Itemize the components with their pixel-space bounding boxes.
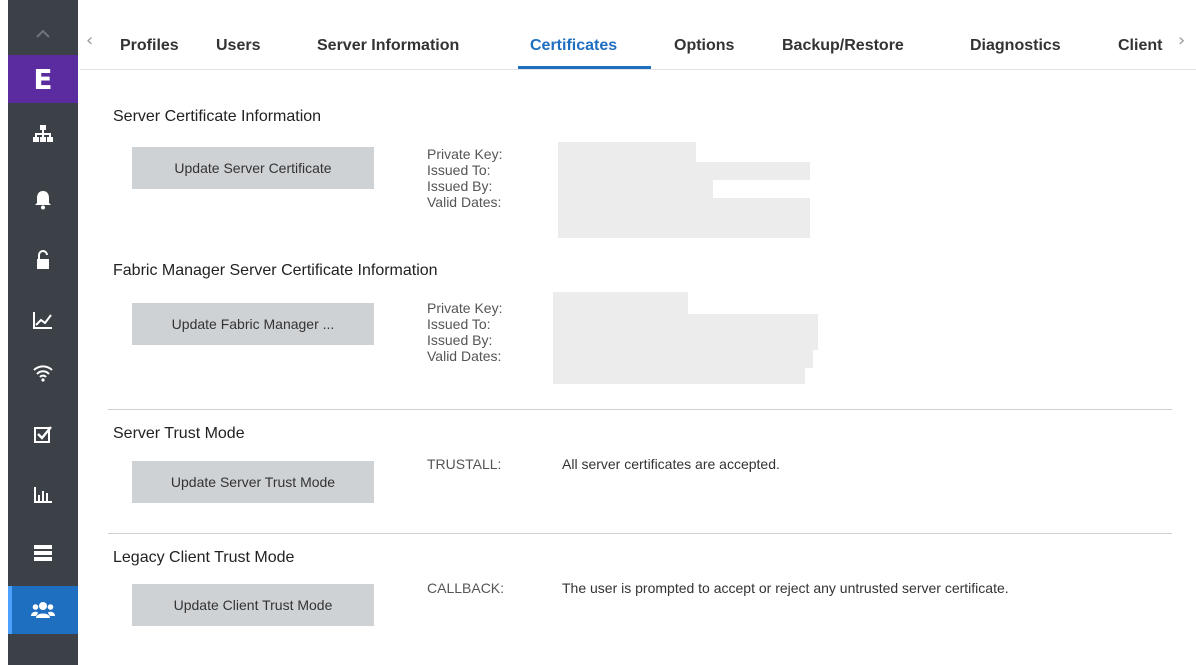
client-trust-description: The user is prompted to accept or reject…: [562, 580, 1009, 596]
client-trust-title: Legacy Client Trust Mode: [113, 549, 295, 566]
tab-backup-restore[interactable]: Backup/Restore: [782, 37, 904, 55]
bar-chart-icon[interactable]: [8, 474, 78, 514]
update-server-certificate-button[interactable]: Update Server Certificate: [132, 147, 374, 189]
extreme-logo[interactable]: E: [8, 55, 78, 103]
issued-by-label: Issued By:: [427, 178, 493, 194]
unlock-icon[interactable]: [8, 240, 78, 280]
chart-icon[interactable]: [8, 300, 78, 340]
server-trust-description: All server certificates are accepted.: [562, 456, 780, 472]
tab-scroll-right-icon[interactable]: ›: [1178, 30, 1185, 51]
section-divider: [108, 533, 1172, 534]
tab-users[interactable]: Users: [216, 37, 260, 55]
tab-client[interactable]: Client: [1118, 37, 1162, 55]
update-client-trust-mode-button[interactable]: Update Client Trust Mode: [132, 584, 374, 626]
private-key-label: Private Key:: [427, 146, 503, 162]
scroll-up-icon[interactable]: [8, 22, 78, 46]
server-icon[interactable]: [8, 533, 78, 573]
bell-icon[interactable]: [8, 180, 78, 220]
issued-by-label: Issued By:: [427, 332, 493, 348]
tab-certificates[interactable]: Certificates: [530, 37, 617, 55]
wifi-icon[interactable]: [8, 353, 78, 393]
server-cert-labels: Private Key: Issued To: Issued By: Valid…: [427, 146, 502, 210]
tab-bar-divider: [80, 69, 1196, 70]
tab-server-information[interactable]: Server Information: [317, 37, 459, 55]
server-cert-title: Server Certificate Information: [113, 108, 322, 125]
tab-options[interactable]: Options: [674, 37, 734, 55]
tab-profiles[interactable]: Profiles: [120, 37, 179, 55]
checkbox-icon[interactable]: [8, 414, 78, 454]
logo-letter: E: [33, 62, 53, 96]
valid-dates-label: Valid Dates:: [427, 348, 502, 364]
users-icon[interactable]: [8, 586, 78, 634]
section-divider: [108, 409, 1172, 410]
update-server-trust-mode-button[interactable]: Update Server Trust Mode: [132, 461, 374, 503]
callback-label: CALLBACK:: [427, 580, 505, 596]
update-fabric-manager-button[interactable]: Update Fabric Manager ...: [132, 303, 374, 345]
trustall-label: TRUSTALL:: [427, 456, 502, 472]
network-icon[interactable]: [8, 114, 78, 154]
issued-to-label: Issued To:: [427, 316, 491, 332]
fabric-cert-title: Fabric Manager Server Certificate Inform…: [113, 262, 438, 279]
private-key-label: Private Key:: [427, 300, 503, 316]
server-trust-title: Server Trust Mode: [113, 425, 245, 442]
issued-to-label: Issued To:: [427, 162, 491, 178]
fabric-cert-labels: Private Key: Issued To: Issued By: Valid…: [427, 300, 502, 364]
tab-diagnostics[interactable]: Diagnostics: [970, 37, 1061, 55]
tab-scroll-left-icon[interactable]: ‹: [86, 30, 93, 51]
valid-dates-label: Valid Dates:: [427, 194, 502, 210]
sidebar: E: [0, 0, 80, 665]
tab-bar: ‹ Profiles Users Server Information Cert…: [80, 0, 1196, 70]
